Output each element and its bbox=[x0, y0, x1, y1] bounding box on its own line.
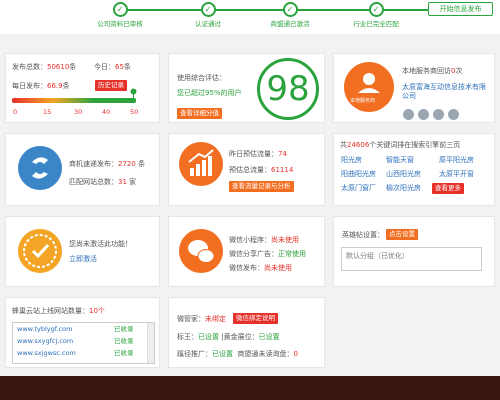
keyword-link[interactable]: 智能天窗 bbox=[386, 155, 414, 165]
keyword-link[interactable]: 原平阳光房 bbox=[439, 155, 474, 165]
contact-icons bbox=[403, 109, 463, 122]
keyword-link[interactable]: 太原平开窗 bbox=[439, 169, 474, 179]
step-1: ✓ 公司资料已审核 bbox=[80, 2, 160, 28]
merchant-logo-icon bbox=[18, 146, 62, 190]
progress-steps: ✓ 公司资料已审核 ✓ 认证通过 ✓ 商盟通已激活 ✓ 行业已完全匹配 开始信息… bbox=[0, 0, 500, 34]
hero-settings-card: 英雄帖设置： 点击设置 默认分组（已优化） bbox=[333, 216, 495, 287]
site-row[interactable]: www.sxjgwsc.com 已收录 bbox=[13, 347, 154, 359]
score-ring: 98 bbox=[257, 58, 319, 120]
keyword-link[interactable]: 太原门窗厂 bbox=[341, 183, 376, 193]
level-marker-icon bbox=[130, 88, 137, 102]
traffic-card: 昨日预估流量：74 预估总流量：61114 查看流量记录与分析 bbox=[168, 133, 325, 206]
step-3: ✓ 商盟通已激活 bbox=[250, 2, 330, 28]
guanjia-card: 微管家：未绑定 微信绑定说明 标王：已设置 |黄金展位：已设置 蹊径推广：已设置… bbox=[168, 297, 325, 368]
publish-stats-card: 发布总数：50610条 今日：65条 每日发布：66.9条 历史记录 0 15 … bbox=[5, 53, 160, 123]
site-list-scrollbar[interactable] bbox=[147, 323, 154, 363]
activate-link[interactable]: 立即激活 bbox=[69, 254, 97, 264]
wechat-bind-button[interactable]: 微信绑定说明 bbox=[233, 313, 278, 324]
step-label: 认证通过 bbox=[195, 20, 221, 28]
qq-icon[interactable] bbox=[418, 109, 429, 120]
score-desc: 您已超过95%的用户 bbox=[177, 89, 242, 97]
keyword-link[interactable]: 阳光房 bbox=[341, 155, 362, 165]
hero-settings-button[interactable]: 点击设置 bbox=[386, 229, 418, 240]
check-icon: ✓ bbox=[368, 2, 384, 17]
wechat-card: 微信小程序：尚未使用 微信分享广告：正常使用 微信发布：尚未使用 bbox=[168, 216, 325, 287]
service-provider-icon: 本地服务商 bbox=[344, 62, 394, 112]
step-label: 公司资料已审核 bbox=[97, 20, 143, 28]
history-button[interactable]: 历史记录 bbox=[95, 80, 127, 91]
local-service-card: 本地服务商 本地服务商回访0次 太原富海互动信息技术有限公司 bbox=[333, 53, 495, 123]
step-2: ✓ 认证通过 bbox=[168, 2, 248, 28]
keyword-link[interactable]: 榆次阳光房 bbox=[386, 183, 421, 193]
badge-icon bbox=[18, 229, 62, 273]
hero-group-field[interactable]: 默认分组（已优化） bbox=[341, 247, 482, 271]
site-row[interactable]: www.sxygfcj.com 已收录 bbox=[13, 335, 154, 347]
step-label: 商盟通已激活 bbox=[270, 20, 310, 28]
daily-publish-value: 66.9 bbox=[47, 82, 63, 90]
page-footer-strip bbox=[0, 376, 500, 400]
location-icon[interactable] bbox=[433, 109, 444, 120]
check-icon: ✓ bbox=[282, 2, 298, 17]
clock-icon[interactable] bbox=[448, 109, 459, 120]
today-publish-value: 65 bbox=[115, 63, 124, 71]
keyword-link[interactable]: 阳曲阳光房 bbox=[341, 169, 376, 179]
phone-icon[interactable] bbox=[403, 109, 414, 120]
activate-card: 您尚未激活此功能！ 立即激活 bbox=[5, 216, 160, 287]
score-detail-button[interactable]: 查看详细分值 bbox=[177, 108, 222, 119]
keywords-card: 共24606个关键词排在搜索引擎前三页 阳光房 智能天窗 原平阳光房 阳曲阳光房… bbox=[333, 133, 495, 206]
keyword-link[interactable]: 山西阳光房 bbox=[386, 169, 421, 179]
start-publish-button[interactable]: 开始信息发布 bbox=[428, 2, 493, 16]
publish-level-bar bbox=[12, 98, 136, 103]
traffic-analysis-button[interactable]: 查看流量记录与分析 bbox=[229, 181, 294, 192]
score-label: 使用综合评估： bbox=[177, 74, 226, 82]
company-name: 太原富海互动信息技术有限公司 bbox=[402, 83, 486, 100]
sites-card: 蜂巢云站上线网站数量：10个 www.tyblygf.com 已收录 www.sx… bbox=[5, 297, 160, 368]
step-label: 行业已完全匹配 bbox=[353, 20, 399, 28]
trend-chart-icon bbox=[179, 142, 223, 186]
wechat-icon bbox=[179, 229, 223, 273]
hero-label: 英雄帖设置： bbox=[342, 231, 384, 239]
score-card: 使用综合评估： 您已超过95%的用户 查看详细分值 98 bbox=[168, 53, 325, 123]
step-4: ✓ 行业已完全匹配 bbox=[336, 2, 416, 28]
activate-text: 您尚未激活此功能！ bbox=[69, 240, 132, 248]
merchant-card: 商机速递发布：2720 条 匹配网站总数：31 家 bbox=[5, 133, 160, 206]
site-list[interactable]: www.tyblygf.com 已收录 www.sxygfcj.com 已收录 ww… bbox=[12, 322, 155, 364]
keywords-more-button[interactable]: 查看更多 bbox=[432, 183, 464, 194]
check-icon: ✓ bbox=[112, 2, 128, 17]
total-publish-value: 50610 bbox=[47, 63, 70, 71]
site-row[interactable]: www.tyblygf.com 已收录 bbox=[13, 323, 154, 335]
check-icon: ✓ bbox=[200, 2, 216, 17]
score-value: 98 bbox=[266, 69, 310, 109]
